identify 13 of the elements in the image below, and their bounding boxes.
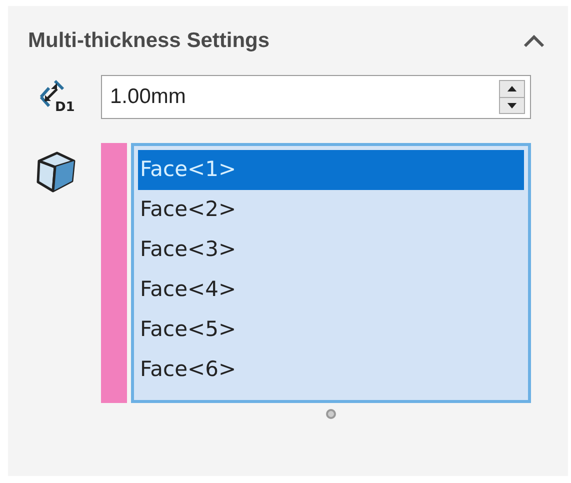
thickness-field[interactable]: 1.00mm xyxy=(101,75,531,119)
resize-handle-icon[interactable] xyxy=(326,409,336,419)
face-list-item[interactable]: Face<1> xyxy=(138,150,524,190)
face-list-item[interactable]: Face<5> xyxy=(138,310,524,350)
face-list-item[interactable]: Face<4> xyxy=(138,270,524,310)
spin-buttons[interactable] xyxy=(499,80,525,114)
section-title: Multi-thickness Settings xyxy=(28,28,270,54)
face-list[interactable]: Face<1> Face<2> Face<3> Face<4> Face<5> Face<6> xyxy=(131,143,531,403)
face-list-item[interactable]: Face<3> xyxy=(138,230,524,270)
face-list-item[interactable]: Face<2> xyxy=(138,190,524,230)
collapse-chevron-icon[interactable] xyxy=(522,33,546,49)
face-list-item[interactable]: Face<6> xyxy=(138,350,524,390)
cube-icon xyxy=(35,149,77,195)
